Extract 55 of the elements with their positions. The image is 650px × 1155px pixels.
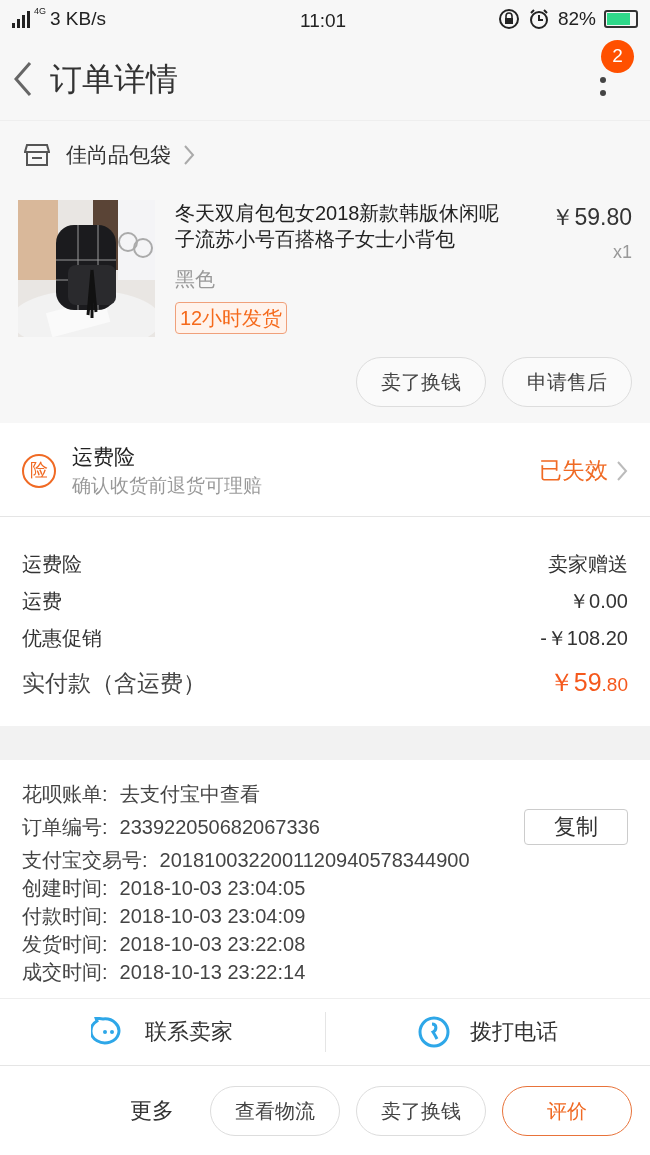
- product-price: ￥59.80: [551, 203, 632, 232]
- info-label: 发货时间:: [22, 931, 108, 957]
- insurance-subtitle: 确认收货前退货可理赔: [72, 474, 262, 498]
- action-button[interactable]: 卖了换钱: [356, 357, 486, 407]
- shipping-tag: 12小时发货: [175, 302, 288, 334]
- total-decimals: .80: [601, 673, 628, 697]
- chevron-icon: [616, 459, 628, 482]
- rotation-lock-icon: [497, 8, 520, 30]
- info-value: 2018-10-03 23:04:05: [119, 875, 306, 901]
- info-label: 成交时间:: [22, 959, 108, 985]
- cost-label: 优惠促销: [22, 626, 102, 651]
- cost-label: 运费: [22, 589, 62, 614]
- action-button[interactable]: 查看物流: [210, 1085, 340, 1136]
- copy-button[interactable]: 复制: [524, 808, 628, 845]
- info-value: 2018-10-13 23:22:14: [119, 959, 306, 985]
- total-label: 实付款（含运费）: [22, 669, 206, 698]
- info-label: 订单编号:: [22, 814, 108, 840]
- total-amount: ￥59: [548, 667, 602, 698]
- cost-label: 运费险: [22, 552, 82, 577]
- info-value: 2018-10-03 23:04:09: [119, 903, 306, 929]
- notification-badge: 2: [601, 40, 634, 73]
- info-value: 2018100322001120940578344900: [159, 847, 470, 873]
- contact-label[interactable]: 拨打电话: [469, 1015, 558, 1049]
- alarm-icon: [527, 8, 550, 30]
- signal-icon: [12, 10, 30, 28]
- action-button[interactable]: 卖了换钱: [356, 1085, 486, 1136]
- action-button[interactable]: 申请售后: [502, 357, 632, 407]
- info-value: 2018-10-03 23:22:08: [119, 931, 306, 957]
- phone-icon: [417, 1015, 450, 1048]
- cost-value: 卖家赠送: [548, 552, 628, 577]
- more-icon[interactable]: [598, 76, 608, 96]
- info-value: 233922050682067336: [119, 814, 320, 840]
- battery-percent: 82%: [557, 6, 596, 31]
- product-variant: 黑色: [175, 267, 215, 292]
- more-button[interactable]: 更多: [130, 1094, 174, 1127]
- cost-value: ￥0.00: [569, 589, 628, 614]
- product-title[interactable]: 冬天双肩包包女2018新款韩版休闲呢子流苏小号百搭格子女士小背包: [175, 200, 510, 252]
- battery-icon: [604, 10, 638, 28]
- info-label: 付款时间:: [22, 903, 108, 929]
- insurance-icon: 险: [22, 453, 56, 488]
- store-icon: [24, 142, 50, 167]
- page-title: 订单详情: [50, 60, 178, 99]
- product-quantity: x1: [613, 240, 632, 264]
- network-label: 4G: [34, 4, 46, 18]
- clock: 11:01: [300, 9, 347, 33]
- network-speed: 3 KB/s: [50, 6, 106, 31]
- cost-value: -￥108.20: [540, 626, 628, 651]
- contact-label[interactable]: 联系卖家: [145, 1015, 234, 1049]
- info-label: 支付宝交易号:: [22, 847, 148, 873]
- shop-link[interactable]: 佳尚品包袋: [66, 138, 195, 171]
- info-label: 花呗账单:: [22, 781, 108, 807]
- info-value: 去支付宝中查看: [119, 781, 260, 807]
- insurance-title: 运费险: [72, 443, 136, 470]
- chevron-icon: [183, 143, 195, 166]
- info-label: 创建时间:: [22, 875, 108, 901]
